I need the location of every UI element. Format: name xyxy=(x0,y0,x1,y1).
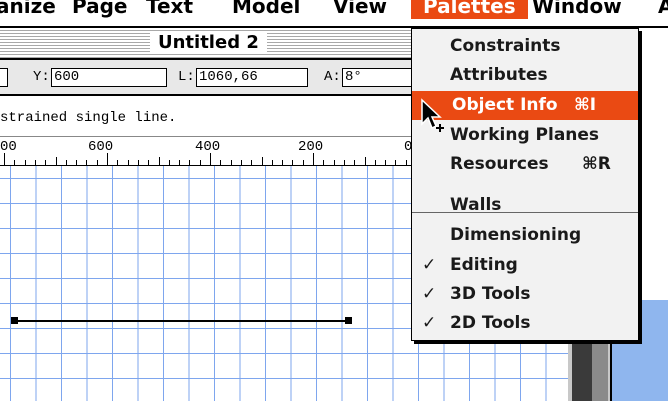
menu-item-walls[interactable]: Walls xyxy=(412,191,638,220)
menu-palettes[interactable]: Palettes xyxy=(411,0,528,19)
ruler-tick xyxy=(107,153,108,165)
ruler-tick xyxy=(199,160,201,165)
ruler-label: 200 xyxy=(298,139,324,155)
menu-item-label: 2D Tools xyxy=(450,313,531,333)
ruler-tick xyxy=(189,160,191,165)
ruler-tick xyxy=(343,160,345,165)
line-handle-end[interactable] xyxy=(345,317,352,324)
menu-item-label: Attributes xyxy=(450,65,548,85)
ruler-tick xyxy=(179,160,181,165)
ruler-tick xyxy=(282,160,284,165)
menu-item-label: Dimensioning xyxy=(450,225,582,245)
ruler-tick xyxy=(240,160,242,165)
menu-more[interactable]: A xyxy=(658,0,668,19)
menu-item-2d-tools[interactable]: ✓ 2D Tools xyxy=(412,309,638,338)
checkmark-icon: ✓ xyxy=(422,255,437,275)
message-bar: strained single line. xyxy=(0,96,420,137)
menu-item-label: Working Planes xyxy=(450,125,600,145)
menu-text[interactable]: Text xyxy=(146,0,193,19)
status-message: strained single line. xyxy=(0,110,177,126)
ruler-tick xyxy=(117,160,119,165)
menu-arrange[interactable]: anize xyxy=(0,0,56,19)
menu-item-label: Object Info xyxy=(452,95,558,115)
menu-item-resources[interactable]: Resources ⌘R xyxy=(412,150,638,179)
menu-item-label: Constraints xyxy=(450,36,561,56)
menu-window[interactable]: Window xyxy=(532,0,622,19)
ruler-tick xyxy=(127,160,129,165)
menu-item-3d-tools[interactable]: ✓ 3D Tools xyxy=(412,280,638,309)
ruler-tick xyxy=(158,157,160,165)
y-field[interactable]: 600 xyxy=(51,68,167,87)
ruler-tick xyxy=(45,160,47,165)
x-field[interactable] xyxy=(0,68,8,87)
menu-item-editing[interactable]: ✓ Editing xyxy=(412,251,638,280)
ruler-tick xyxy=(374,160,376,165)
ruler-tick xyxy=(313,153,314,165)
ruler-tick xyxy=(14,160,16,165)
ruler-label: 600 xyxy=(88,139,114,155)
menu-item-label: Editing xyxy=(450,255,518,275)
ruler-tick xyxy=(354,160,356,165)
menu-bar: anize Page Text Model View Palettes Wind… xyxy=(0,0,668,28)
ruler-label: 400 xyxy=(195,139,221,155)
checkmark-icon: ✓ xyxy=(422,284,437,304)
ruler-tick xyxy=(76,160,78,165)
ruler-tick xyxy=(86,160,88,165)
menu-item-attributes[interactable]: Attributes xyxy=(412,61,638,90)
ruler-tick xyxy=(137,160,139,165)
length-field[interactable]: 1060,66 xyxy=(196,68,308,87)
ruler-tick xyxy=(55,157,57,165)
line-object[interactable] xyxy=(14,320,348,322)
ruler-tick xyxy=(34,160,36,165)
a-label: A: xyxy=(324,69,341,85)
ruler-label: 00 xyxy=(0,139,17,155)
ruler-tick xyxy=(271,160,273,165)
menu-item-shortcut: ⌘I xyxy=(574,95,597,115)
ruler-tick xyxy=(302,160,304,165)
ruler-tick xyxy=(292,160,294,165)
data-display-bar: Y: 600 L: 1060,66 A: 8° xyxy=(0,60,420,96)
checkmark-icon: ✓ xyxy=(422,313,437,333)
ruler-tick xyxy=(96,160,98,165)
ruler-tick xyxy=(395,160,397,165)
ruler-tick xyxy=(364,157,366,165)
palettes-menu: Constraints Attributes Object Info ⌘I Wo… xyxy=(411,28,639,341)
arrow-cursor-icon xyxy=(421,98,444,132)
y-label: Y: xyxy=(33,69,50,85)
ruler-tick xyxy=(323,160,325,165)
menu-item-dimensioning[interactable]: Dimensioning xyxy=(412,221,638,250)
menu-item-shortcut: ⌘R xyxy=(582,154,611,174)
window-title-bar[interactable]: Untitled 2 xyxy=(0,28,420,60)
ruler-tick xyxy=(210,153,211,165)
ruler-tick xyxy=(251,160,253,165)
ruler-tick xyxy=(24,160,26,165)
angle-field[interactable]: 8° xyxy=(342,68,416,87)
ruler-tick xyxy=(261,157,263,165)
ruler-tick xyxy=(385,160,387,165)
ruler-tick xyxy=(405,160,407,165)
ruler-tick xyxy=(230,160,232,165)
line-handle-start[interactable] xyxy=(11,317,18,324)
window-title: Untitled 2 xyxy=(150,32,267,54)
horizontal-ruler: 00 600 400 200 0 xyxy=(0,137,420,166)
menu-item-label: Resources xyxy=(450,154,549,174)
menu-item-constraints[interactable]: Constraints xyxy=(412,32,638,61)
l-label: L: xyxy=(178,69,195,85)
ruler-tick xyxy=(4,153,5,165)
menu-view[interactable]: View xyxy=(333,0,387,19)
ruler-tick xyxy=(168,160,170,165)
ruler-tick xyxy=(220,160,222,165)
menu-item-label: Walls xyxy=(450,195,502,215)
menu-item-label: 3D Tools xyxy=(450,284,531,304)
ruler-tick xyxy=(148,160,150,165)
menu-model[interactable]: Model xyxy=(232,0,300,19)
menu-page[interactable]: Page xyxy=(72,0,128,19)
ruler-tick xyxy=(333,160,335,165)
ruler-tick xyxy=(65,160,67,165)
